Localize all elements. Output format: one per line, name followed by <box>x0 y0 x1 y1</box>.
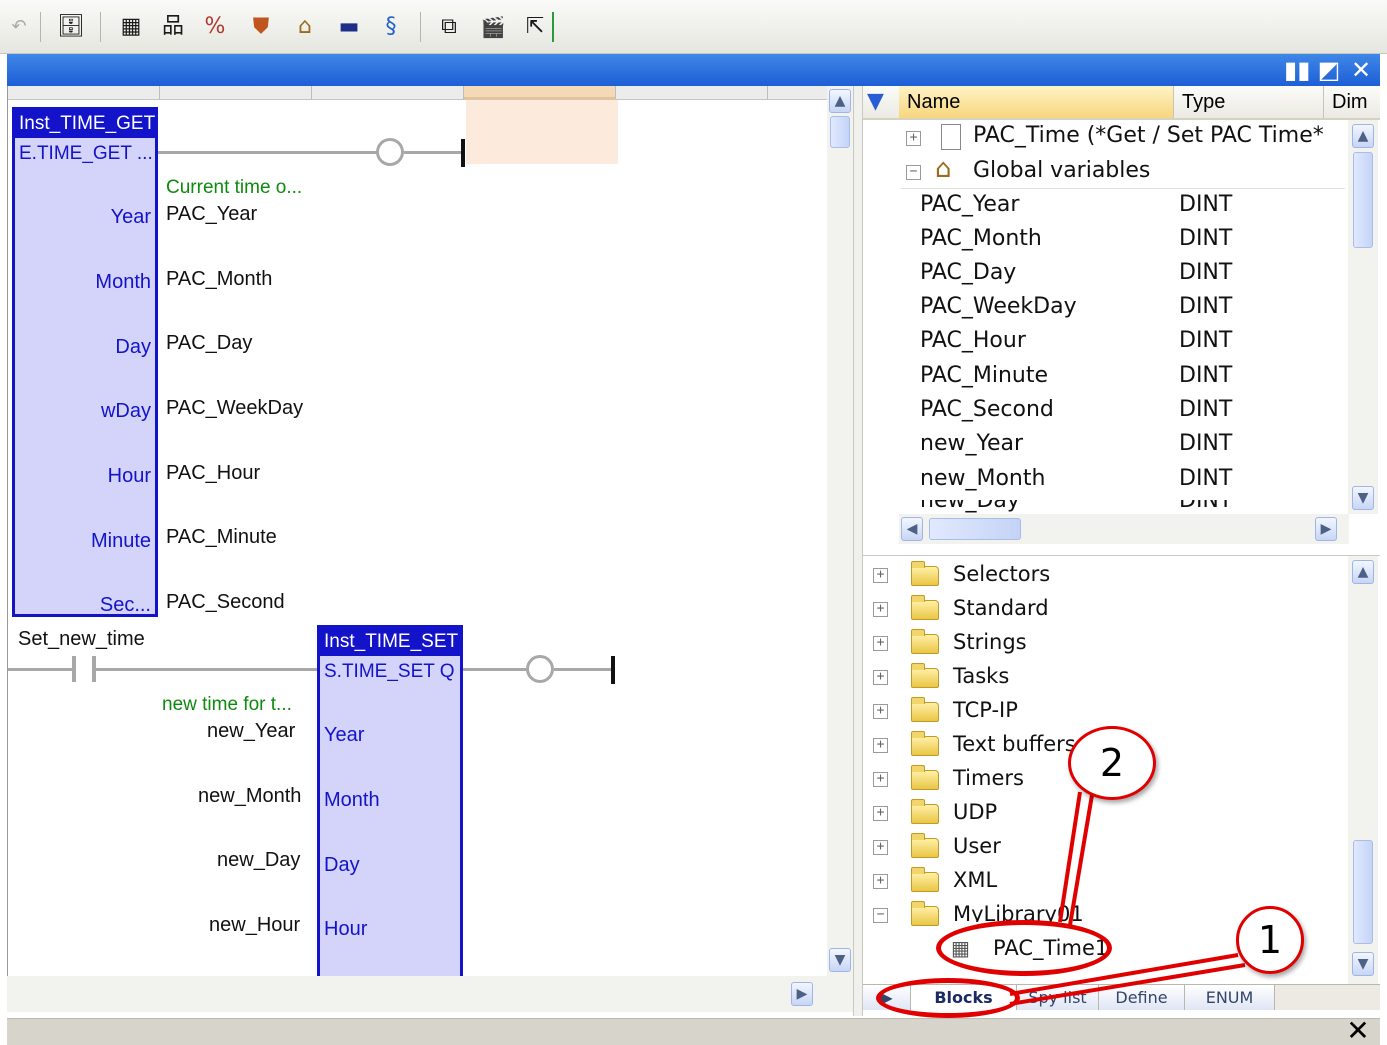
highlight-ring-blocks-tab <box>876 978 1020 1018</box>
highlight-ring-pac-time1 <box>936 920 1112 976</box>
callout-leader <box>1058 791 1082 923</box>
annotation-overlay <box>1009 791 1246 1006</box>
callout-1: 1 <box>1236 906 1304 974</box>
callout-2: 2 <box>1068 726 1156 800</box>
callout-leader <box>1068 794 1094 926</box>
